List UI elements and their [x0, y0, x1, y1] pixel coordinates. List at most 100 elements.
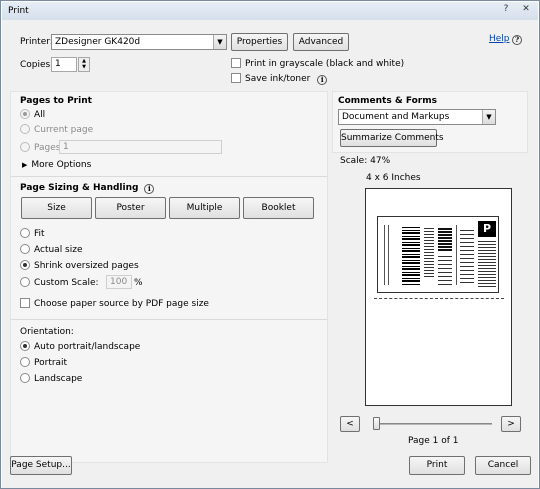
auto-orientation-option[interactable]: Auto portrait/landscape: [20, 341, 140, 353]
info-icon[interactable]: i: [144, 184, 155, 194]
more-options-label: More Options: [31, 160, 92, 170]
percent-label: %: [134, 278, 143, 288]
portrait-radio[interactable]: [20, 357, 30, 367]
properties-button[interactable]: Properties: [231, 33, 288, 51]
all-label: All: [34, 110, 46, 120]
cut-line: [374, 298, 504, 299]
comments-select[interactable]: Document and Markups ▼: [338, 109, 496, 125]
landscape-label: Landscape: [34, 374, 83, 384]
question-icon[interactable]: ?: [499, 3, 513, 16]
actual-size-radio[interactable]: [20, 244, 30, 254]
pages-range-option[interactable]: Pages: [20, 142, 60, 154]
window-title: Print: [8, 6, 29, 16]
preview-page: P: [365, 188, 512, 406]
page-setup-button[interactable]: Page Setup...: [10, 456, 72, 475]
tab-booklet[interactable]: Booklet: [243, 197, 314, 219]
copies-label: Copies:: [20, 60, 54, 70]
paper-source-option[interactable]: Choose paper source by PDF page size: [20, 298, 209, 310]
text-block: [438, 255, 452, 285]
fit-option[interactable]: Fit: [20, 228, 45, 240]
chevron-down-icon: ▼: [213, 35, 226, 49]
printer-select[interactable]: ZDesigner GK420d ▼: [51, 34, 227, 50]
portrait-label: Portrait: [34, 358, 68, 368]
scale-value: 47%: [370, 156, 391, 166]
divider: [456, 225, 457, 285]
page-sizing-heading: Page Sizing & Handling: [20, 183, 139, 193]
printer-selected-value: ZDesigner GK420d: [55, 37, 141, 47]
page-info: Page 1 of 1: [408, 436, 459, 446]
current-page-option[interactable]: Current page: [20, 124, 93, 136]
fit-radio[interactable]: [20, 228, 30, 238]
divider: [11, 176, 327, 177]
print-dialog: Print ? ✕ Printer: ZDesigner GK420d ▼ Pr…: [0, 0, 540, 489]
actual-size-option[interactable]: Actual size: [20, 244, 83, 256]
landscape-option[interactable]: Landscape: [20, 373, 82, 385]
summarize-comments-button[interactable]: Summarize Comments: [340, 129, 444, 147]
triangle-right-icon: ▶: [22, 161, 28, 169]
page-sizing-header: Page Sizing & Handling i: [20, 182, 155, 194]
shrink-option[interactable]: Shrink oversized pages: [20, 260, 139, 272]
custom-scale-radio[interactable]: [20, 277, 30, 287]
custom-scale-option[interactable]: Custom Scale:: [20, 277, 99, 289]
comments-selected-value: Document and Markups: [342, 112, 450, 122]
text-block: [424, 227, 434, 277]
zoom-slider[interactable]: [364, 417, 498, 431]
tab-multiple[interactable]: Multiple: [169, 197, 240, 219]
pages-radio[interactable]: [20, 142, 30, 152]
landscape-radio[interactable]: [20, 373, 30, 383]
all-radio[interactable]: [20, 109, 30, 119]
shipping-label-preview: P: [377, 216, 499, 293]
pages-range-input[interactable]: 1: [59, 140, 222, 154]
actual-size-label: Actual size: [34, 245, 83, 255]
info-icon[interactable]: i: [317, 75, 328, 85]
pages-to-print-heading: Pages to Print: [20, 96, 92, 106]
auto-orientation-radio[interactable]: [20, 341, 30, 351]
print-button[interactable]: Print: [409, 456, 465, 475]
help-icon[interactable]: ?: [512, 35, 522, 45]
close-icon[interactable]: ✕: [519, 3, 533, 16]
grayscale-checkbox[interactable]: [231, 58, 241, 68]
label-letter: P: [478, 221, 496, 237]
chevron-down-icon: ▼: [482, 110, 495, 124]
copies-input[interactable]: 1: [51, 57, 77, 72]
title-bar: Print ? ✕: [2, 2, 538, 20]
slider-thumb[interactable]: [373, 417, 380, 430]
custom-scale-input[interactable]: 100: [106, 275, 132, 289]
shrink-label: Shrink oversized pages: [34, 261, 139, 271]
paper-source-label: Choose paper source by PDF page size: [34, 299, 209, 309]
current-page-radio[interactable]: [20, 124, 30, 134]
save-ink-option[interactable]: Save ink/toner i: [231, 73, 328, 85]
barcode-image: [438, 227, 452, 251]
shrink-radio[interactable]: [20, 260, 30, 270]
text-line: [388, 225, 389, 285]
save-ink-label: Save ink/toner: [245, 74, 311, 84]
divider: [11, 319, 327, 320]
barcode-image: [402, 227, 420, 285]
fit-label: Fit: [34, 229, 45, 239]
save-ink-checkbox[interactable]: [231, 73, 241, 83]
advanced-button[interactable]: Advanced: [293, 33, 349, 51]
scale-readout: Scale: 47%: [340, 155, 390, 167]
slider-track: [374, 423, 492, 425]
portrait-option[interactable]: Portrait: [20, 357, 67, 369]
pages-all-option[interactable]: All: [20, 109, 45, 121]
more-options-toggle[interactable]: ▶ More Options: [22, 159, 91, 171]
auto-orientation-label: Auto portrait/landscape: [34, 342, 141, 352]
text-block: [478, 241, 496, 287]
tab-poster[interactable]: Poster: [95, 197, 166, 219]
text-line: [384, 225, 385, 285]
page-size-label: 4 x 6 Inches: [366, 173, 421, 183]
paper-source-checkbox[interactable]: [20, 298, 30, 308]
copies-spinner[interactable]: ▲ ▼: [78, 57, 90, 72]
previous-page-button[interactable]: <: [340, 416, 360, 432]
printer-label: Printer:: [20, 37, 53, 47]
tab-size[interactable]: Size: [21, 197, 92, 219]
help-link[interactable]: Help: [489, 34, 510, 44]
grayscale-option[interactable]: Print in grayscale (black and white): [231, 58, 404, 70]
comments-heading: Comments & Forms: [338, 96, 437, 106]
next-page-button[interactable]: >: [501, 416, 521, 432]
grayscale-label: Print in grayscale (black and white): [245, 59, 405, 69]
scale-label: Scale:: [340, 156, 368, 166]
cancel-button[interactable]: Cancel: [475, 456, 531, 475]
text-block: [460, 229, 474, 283]
